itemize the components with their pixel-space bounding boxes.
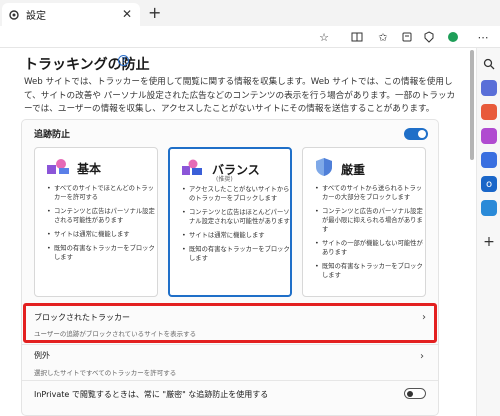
divider [22, 380, 438, 381]
edge-sidebar: o + [476, 48, 500, 416]
level-bullet: コンテンツと広告のパーソナル設定が最小限に抑えられる場合があります [315, 207, 423, 234]
tab-title: 設定 [26, 11, 46, 22]
level-bullet: アクセスしたことがないサイトからのトラッカーをブロックします [182, 185, 290, 203]
shield-icon [313, 156, 335, 182]
search-icon[interactable] [481, 56, 497, 72]
drop-icon[interactable] [481, 200, 497, 216]
favorites-icon[interactable]: ✩ [375, 29, 391, 45]
inprivate-strict-toggle[interactable] [404, 388, 426, 399]
games-icon[interactable] [481, 128, 497, 144]
blocked-trackers-row[interactable]: ブロックされたトラッカー ユーザーの追跡がブロックされているサイトを表示する › [23, 303, 437, 343]
level-strict-card[interactable]: 厳重 すべてのサイトから送られるトラッカーの大部分をブロックします コンテンツと… [302, 147, 426, 297]
gear-icon [8, 9, 20, 21]
level-bullet: サイトの一部が機能しない可能性があります [315, 239, 423, 257]
blocked-trackers-subtitle: ユーザーの追跡がブロックされているサイトを表示する [34, 330, 197, 338]
level-bullet: コンテンツと広告はパーソナル設定される可能性があります [47, 207, 155, 225]
toggle-knob [407, 391, 413, 397]
browser-essentials-icon[interactable] [421, 29, 437, 45]
level-bullet: 既知の有害なトラッカーをブロックします [315, 262, 423, 280]
split-screen-icon[interactable] [349, 29, 365, 45]
browser-toolbar: ☆ ✩ ⋯ [0, 26, 500, 48]
level-title: 厳重 [341, 162, 366, 177]
collections-icon[interactable] [399, 29, 415, 45]
chevron-right-icon: › [420, 351, 424, 362]
favorite-star-icon[interactable]: ☆ [316, 29, 332, 45]
level-basic-card[interactable]: 基本 すべてのサイトでほとんどのトラッカーを許可する コンテンツと広告はパーソナ… [34, 147, 158, 297]
new-tab-button[interactable]: + [148, 3, 161, 22]
inprivate-strict-label: InPrivate で閲覧するときは、常に "厳密" な追跡防止を使用する [34, 390, 269, 399]
level-bullet: すべてのサイトでほとんどのトラッカーを許可する [47, 184, 155, 202]
exceptions-subtitle: 選択したサイトですべてのトラッカーを許可する [34, 369, 177, 377]
copilot-icon[interactable] [481, 152, 497, 168]
add-sidebar-app-icon[interactable]: + [481, 234, 497, 250]
title-bar: 設定 ✕ + [0, 0, 500, 26]
level-bullet: サイトは通常に機能します [182, 231, 290, 240]
settings-tab[interactable]: 設定 ✕ [2, 3, 140, 26]
chevron-right-icon: › [422, 312, 426, 323]
level-balanced-card[interactable]: バランス (推奨) アクセスしたことがないサイトからのトラッカーをブロックします… [168, 147, 292, 297]
level-bullet: 既知の有害なトラッカーをブロックします [47, 244, 155, 262]
exceptions-title: 例外 [34, 351, 50, 360]
exceptions-row[interactable]: 例外 選択したサイトですべてのトラッカーを許可する › [22, 345, 438, 380]
page-description: Web サイトでは、トラッカーを使用して閲覧に関する情報を収集します。Web サ… [24, 77, 456, 114]
shopping-tag-icon[interactable] [481, 80, 497, 96]
recommended-label: (推奨) [216, 176, 233, 183]
tab-close-icon[interactable]: ✕ [122, 7, 132, 21]
toolbox-icon[interactable] [481, 104, 497, 120]
toggle-knob [418, 130, 426, 138]
balanced-shapes-icon [180, 157, 206, 181]
level-bullet: サイトは通常に機能します [47, 230, 155, 239]
scrollbar-thumb[interactable] [470, 50, 474, 160]
level-bullet: 既知の有害なトラッカーをブロックします [182, 245, 290, 263]
page-title: トラッキングの防止 [24, 57, 150, 73]
basic-shapes-icon [45, 156, 71, 180]
extensions-icon[interactable] [445, 29, 461, 45]
level-bullet: すべてのサイトから送られるトラッカーの大部分をブロックします [315, 184, 423, 202]
tracking-prevention-label: 追跡防止 [34, 130, 71, 140]
help-icon[interactable]: ? [118, 55, 129, 66]
blocked-trackers-title: ブロックされたトラッカー [34, 313, 130, 322]
more-menu-icon[interactable]: ⋯ [475, 29, 491, 45]
tracking-prevention-toggle[interactable] [404, 128, 428, 140]
level-title: 基本 [77, 161, 102, 176]
level-bullet: コンテンツと広告はほとんどパーソナル設定されない可能性があります [182, 208, 290, 226]
outlook-icon[interactable]: o [481, 176, 497, 192]
